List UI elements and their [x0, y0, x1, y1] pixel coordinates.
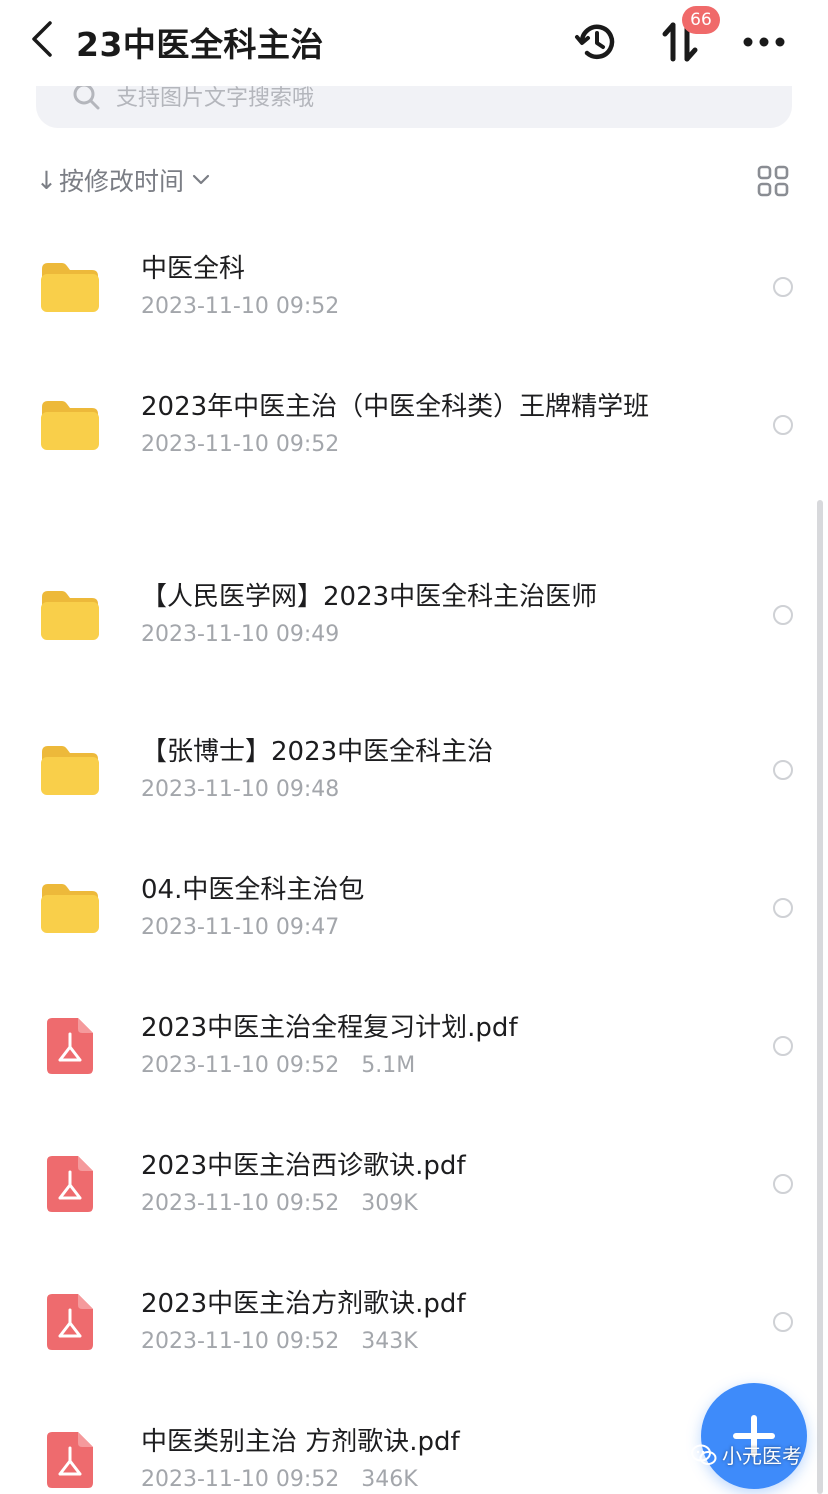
file-name: 2023中医主治方剂歌诀.pdf — [141, 1289, 466, 1319]
pdf-file-icon — [46, 1293, 94, 1351]
wechat-logo-icon — [691, 1444, 717, 1465]
pdf-file-icon — [46, 1431, 94, 1489]
search-icon — [73, 83, 100, 110]
select-radio[interactable] — [773, 605, 793, 625]
file-size: 5.1M — [361, 1053, 416, 1078]
folder-icon — [38, 259, 102, 315]
modified-time: 2023-11-10 09:47 — [141, 915, 340, 940]
file-meta: 2023-11-10 09:52 343K — [141, 1329, 418, 1354]
file-name: 中医全科 — [141, 254, 246, 284]
file-name: 2023中医主治西诊歌诀.pdf — [141, 1151, 466, 1181]
history-button[interactable] — [572, 18, 620, 66]
folder-icon — [38, 880, 102, 936]
file-size: 309K — [361, 1191, 418, 1216]
top-app-bar: 23中医全科主治 66 — [0, 0, 828, 86]
file-browser-screen: 支持图片文字搜索哦 23中医全科主治 66 ↓ 按修改时间 中医全科 2023-… — [0, 0, 828, 1494]
file-meta: 2023-11-10 09:47 — [141, 915, 339, 940]
modified-time: 2023-11-10 09:52 — [141, 1191, 340, 1216]
back-button[interactable] — [22, 14, 62, 64]
modified-time: 2023-11-10 09:52 — [141, 1053, 340, 1078]
modified-time: 2023-11-10 09:49 — [141, 622, 340, 647]
more-button[interactable] — [740, 18, 788, 66]
select-radio[interactable] — [773, 415, 793, 435]
select-radio[interactable] — [773, 1312, 793, 1332]
history-icon — [575, 24, 615, 59]
folder-icon — [38, 742, 102, 798]
file-size: 343K — [361, 1329, 418, 1354]
more-dots-icon — [743, 37, 785, 47]
file-meta: 2023-11-10 09:52 — [141, 294, 339, 319]
file-meta: 2023-11-10 09:52 — [141, 432, 339, 457]
pdf-file-icon — [46, 1017, 94, 1075]
file-meta: 2023-11-10 09:49 — [141, 622, 339, 647]
select-radio[interactable] — [773, 760, 793, 780]
file-list: 中医全科 2023-11-10 09:52 2023年中医主治（中医全科类）王牌精学… — [0, 0, 828, 1494]
file-size: 346K — [361, 1467, 418, 1492]
folder-icon — [38, 397, 102, 453]
select-radio[interactable] — [773, 277, 793, 297]
file-name: 2023中医主治全程复习计划.pdf — [141, 1013, 518, 1043]
add-button[interactable] — [701, 1383, 807, 1489]
file-meta: 2023-11-10 09:52 5.1M — [141, 1053, 415, 1078]
page-title: 23中医全科主治 — [76, 25, 324, 64]
select-radio[interactable] — [773, 1036, 793, 1056]
pdf-file-icon — [46, 1155, 94, 1213]
watermark-text: 小元医考 — [722, 1444, 802, 1468]
file-name: 【张博士】2023中医全科主治 — [141, 737, 494, 767]
select-radio[interactable] — [773, 898, 793, 918]
modified-time: 2023-11-10 09:52 — [141, 294, 340, 319]
modified-time: 2023-11-10 09:52 — [141, 1467, 340, 1492]
modified-time: 2023-11-10 09:52 — [141, 1329, 340, 1354]
file-meta: 2023-11-10 09:52 309K — [141, 1191, 418, 1216]
watermark: 小元医考 — [690, 1440, 802, 1469]
file-meta: 2023-11-10 09:52 346K — [141, 1467, 418, 1492]
file-name: 中医类别主治 方剂歌诀.pdf — [141, 1427, 460, 1457]
file-meta: 2023-11-10 09:48 — [141, 777, 339, 802]
chevron-left-icon — [32, 21, 52, 57]
select-radio[interactable] — [773, 1174, 793, 1194]
folder-icon — [38, 587, 102, 643]
transfer-count-badge: 66 — [682, 6, 720, 34]
modified-time: 2023-11-10 09:52 — [141, 432, 340, 457]
file-name: 04.中医全科主治包 — [141, 875, 365, 905]
file-name: 2023年中医主治（中医全科类）王牌精学班 — [141, 392, 650, 422]
scrollbar[interactable] — [817, 500, 823, 1494]
file-name: 【人民医学网】2023中医全科主治医师 — [141, 582, 598, 612]
modified-time: 2023-11-10 09:48 — [141, 777, 340, 802]
